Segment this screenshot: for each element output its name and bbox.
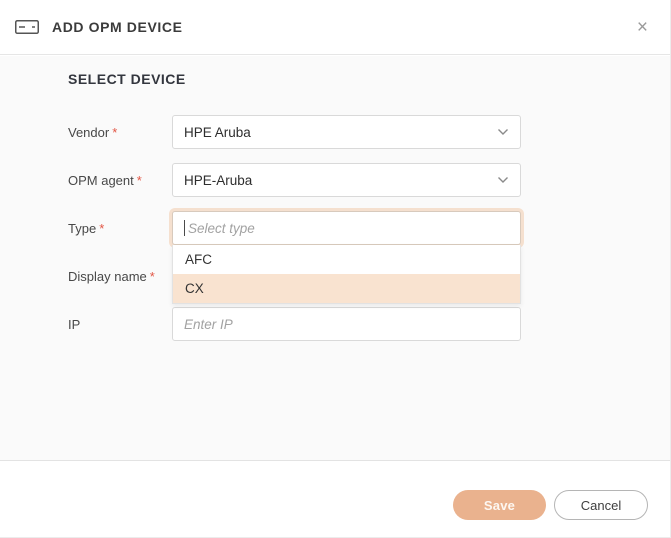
opm-agent-label: OPM agent* bbox=[68, 173, 172, 188]
ip-row: IP Enter IP bbox=[68, 307, 521, 341]
dialog-title: ADD OPM DEVICE bbox=[52, 19, 633, 35]
vendor-row: Vendor* HPE Aruba bbox=[68, 115, 521, 149]
vendor-label: Vendor* bbox=[68, 125, 172, 140]
section-title: SELECT DEVICE bbox=[68, 71, 186, 87]
vendor-value: HPE Aruba bbox=[184, 125, 251, 140]
type-placeholder: Select type bbox=[188, 221, 255, 236]
ip-label: IP bbox=[68, 317, 172, 332]
type-label: Type* bbox=[68, 221, 172, 236]
ip-input[interactable]: Enter IP bbox=[172, 307, 521, 341]
opm-agent-value: HPE-Aruba bbox=[184, 173, 252, 188]
chevron-down-icon bbox=[497, 128, 509, 136]
device-form: Vendor* HPE Aruba OPM agent* HPE-Aruba bbox=[68, 115, 521, 355]
vendor-select[interactable]: HPE Aruba bbox=[172, 115, 521, 149]
type-option-afc[interactable]: AFC bbox=[173, 245, 520, 274]
opm-agent-select[interactable]: HPE-Aruba bbox=[172, 163, 521, 197]
text-cursor bbox=[184, 220, 185, 236]
required-asterisk: * bbox=[150, 269, 155, 284]
save-button[interactable]: Save bbox=[453, 490, 546, 520]
required-asterisk: * bbox=[99, 221, 104, 236]
cancel-button[interactable]: Cancel bbox=[554, 490, 648, 520]
dialog-body: SELECT DEVICE Vendor* HPE Aruba OPM agen… bbox=[0, 56, 670, 460]
type-dropdown-list: AFC CX bbox=[172, 245, 521, 304]
opm-agent-row: OPM agent* HPE-Aruba bbox=[68, 163, 521, 197]
dialog-header: ADD OPM DEVICE × bbox=[0, 0, 670, 55]
ip-placeholder: Enter IP bbox=[184, 317, 233, 332]
chevron-down-icon bbox=[497, 176, 509, 184]
type-input[interactable]: Select type bbox=[172, 211, 521, 245]
required-asterisk: * bbox=[137, 173, 142, 188]
device-icon bbox=[15, 20, 39, 34]
type-option-cx[interactable]: CX bbox=[173, 274, 520, 303]
type-row: Type* Select type bbox=[68, 211, 521, 245]
display-name-label: Display name* bbox=[68, 269, 172, 284]
required-asterisk: * bbox=[112, 125, 117, 140]
close-icon[interactable]: × bbox=[633, 16, 652, 39]
dialog-footer: Save Cancel bbox=[0, 460, 670, 537]
add-opm-device-dialog: ADD OPM DEVICE × SELECT DEVICE Vendor* H… bbox=[0, 0, 671, 538]
